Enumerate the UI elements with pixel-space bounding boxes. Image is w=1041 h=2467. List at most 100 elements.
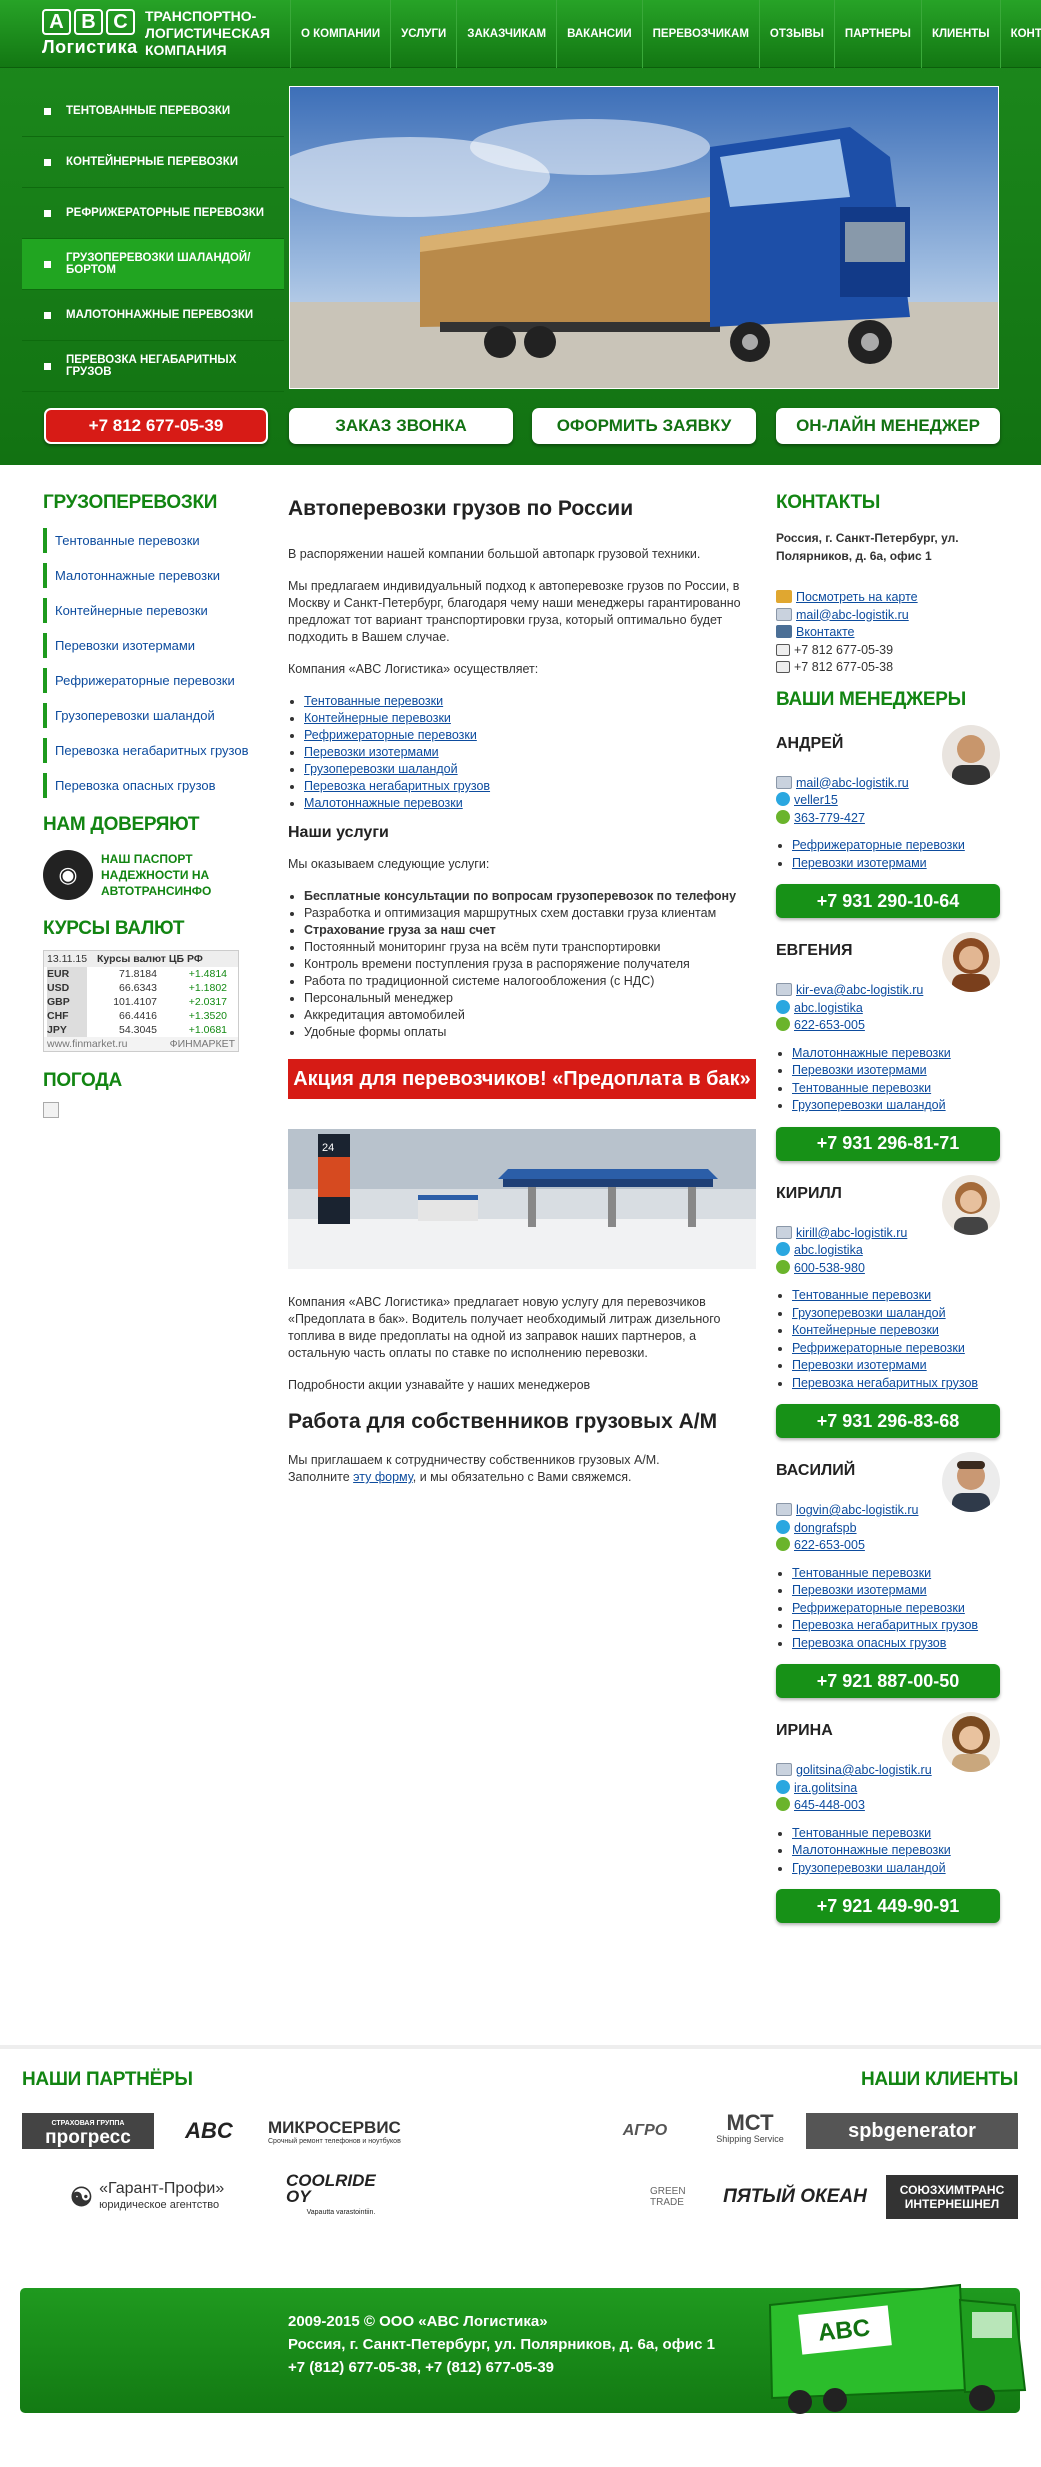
cargo-link-text[interactable]: Контейнерные перевозки xyxy=(55,603,208,618)
client-logo-green-trade[interactable]: GREEN TRADE xyxy=(650,2179,710,2215)
logo[interactable]: A B C Логистика xyxy=(42,9,138,59)
email-link[interactable]: mail@abc-logistik.ru xyxy=(796,608,909,622)
cargo-link-text[interactable]: Малотоннажные перевозки xyxy=(55,568,220,583)
partner-logo-progress[interactable]: СТРАХОВАЯ ГРУППА прогресс xyxy=(22,2113,154,2149)
manager-service-link[interactable]: Грузоперевозки шаландой xyxy=(792,1861,946,1875)
manager-service-link[interactable]: Тентованные перевозки xyxy=(792,1288,931,1302)
manager-service-link[interactable]: Тентованные перевозки xyxy=(792,1566,931,1580)
submit-request-button[interactable]: Оформить заявку xyxy=(532,408,756,444)
client-logo-soyuzhimtrans[interactable]: СОЮЗХИМТРАНС ИНТЕРНЕШНЕЛ xyxy=(886,2175,1018,2219)
manager-icq[interactable]: 363-779-427 xyxy=(794,811,865,825)
nav-contacts[interactable]: Контакты xyxy=(999,0,1041,68)
service-link[interactable]: Малотоннажные перевозки xyxy=(304,796,463,810)
service-link[interactable]: Перевозки изотермами xyxy=(304,745,439,759)
manager-phone-button[interactable]: +7 921 887-00-50 xyxy=(776,1664,1000,1698)
rates-source[interactable]: www.finmarket.ru xyxy=(47,1037,128,1051)
manager-service-link[interactable]: Перевозки изотермами xyxy=(792,856,927,870)
cargo-link[interactable]: Перевозка негабаритных грузов xyxy=(43,738,273,763)
side-menu-item[interactable]: Малотоннажные перевозки xyxy=(22,290,284,341)
manager-service-link[interactable]: Тентованные перевозки xyxy=(792,1826,931,1840)
manager-service-link[interactable]: Перевозка негабаритных грузов xyxy=(792,1376,978,1390)
manager-phone-button[interactable]: +7 931 296-83-68 xyxy=(776,1404,1000,1438)
manager-email[interactable]: mail@abc-logistik.ru xyxy=(796,776,909,790)
client-logo-spbgenerator[interactable]: spbgenerator xyxy=(806,2113,1018,2149)
manager-phone-button[interactable]: +7 931 290-10-64 xyxy=(776,884,1000,918)
manager-email[interactable]: kir-eva@abc-logistik.ru xyxy=(796,983,923,997)
nav-vacancies[interactable]: Вакансии xyxy=(556,0,642,68)
nav-services[interactable]: Услуги xyxy=(390,0,456,68)
cargo-link[interactable]: Рефрижераторные перевозки xyxy=(43,668,273,693)
nav-about[interactable]: О компании xyxy=(290,0,390,68)
online-manager-button[interactable]: Он-лайн менеджер xyxy=(776,408,1000,444)
service-link[interactable]: Перевозка негабаритных грузов xyxy=(304,779,490,793)
side-menu-item[interactable]: Рефрижераторные перевозки xyxy=(22,188,284,239)
partner-logo-abc[interactable]: ABC xyxy=(174,2113,244,2149)
manager-skype[interactable]: abc.logistika xyxy=(794,1001,863,1015)
manager-service-link[interactable]: Рефрижераторные перевозки xyxy=(792,1341,965,1355)
manager-icq[interactable]: 600-538-980 xyxy=(794,1261,865,1275)
manager-service-link[interactable]: Перевозка опасных грузов xyxy=(792,1636,946,1650)
cargo-link-text[interactable]: Перевозки изотермами xyxy=(55,638,195,653)
service-link[interactable]: Контейнерные перевозки xyxy=(304,711,451,725)
manager-phone-button[interactable]: +7 931 296-81-71 xyxy=(776,1126,1000,1161)
cargo-link-text[interactable]: Грузоперевозки шаландой xyxy=(55,708,215,723)
manager-service-link[interactable]: Грузоперевозки шаландой xyxy=(792,1306,946,1320)
trust-badge[interactable]: ◉ Наш паспорт надежности на автотрансинф… xyxy=(43,850,273,900)
nav-partners[interactable]: Партнеры xyxy=(833,0,921,68)
cargo-link[interactable]: Контейнерные перевозки xyxy=(43,598,273,623)
service-link[interactable]: Грузоперевозки шаландой xyxy=(304,762,458,776)
promo-banner[interactable]: Акция для перевозчиков! «Предоплата в ба… xyxy=(288,1059,756,1099)
manager-service-link[interactable]: Перевозки изотермами xyxy=(792,1583,927,1597)
manager-service-link[interactable]: Малотоннажные перевозки xyxy=(792,1843,951,1857)
side-menu-item[interactable]: Контейнерные перевозки xyxy=(22,137,284,188)
phone-button[interactable]: +7 812 677-05-39 xyxy=(44,408,268,444)
side-menu-item-active[interactable]: Грузоперевозки шаландой/бортом xyxy=(22,239,284,290)
cargo-link-text[interactable]: Перевозка негабаритных грузов xyxy=(55,743,248,758)
side-menu-item[interactable]: Тентованные перевозки xyxy=(22,86,284,137)
cargo-link-text[interactable]: Тентованные перевозки xyxy=(55,533,200,548)
form-link[interactable]: эту форму xyxy=(353,1470,413,1484)
manager-skype[interactable]: dongrafspb xyxy=(794,1521,857,1535)
nav-customers[interactable]: Заказчикам xyxy=(456,0,556,68)
manager-skype[interactable]: abc.logistika xyxy=(794,1243,863,1257)
nav-reviews[interactable]: Отзывы xyxy=(758,0,834,68)
manager-phone-button[interactable]: +7 921 449-90-91 xyxy=(776,1889,1000,1923)
manager-email[interactable]: kirill@abc-logistik.ru xyxy=(796,1226,907,1240)
side-menu-item[interactable]: Перевозка негабаритных грузов xyxy=(22,341,284,392)
partner-logo-coolride[interactable]: COOLRIDE OY Vapautta varastointiin. xyxy=(286,2172,396,2219)
client-logo-fifth-ocean[interactable]: ПЯТЫЙ ОКЕАН xyxy=(720,2179,870,2215)
cargo-link[interactable]: Грузоперевозки шаландой xyxy=(43,703,273,728)
client-logo-agro[interactable]: АГРО xyxy=(600,2113,690,2149)
cargo-link-text[interactable]: Рефрижераторные перевозки xyxy=(55,673,235,688)
client-logo-mct[interactable]: МСТ Shipping Service xyxy=(695,2109,805,2153)
map-link[interactable]: Посмотреть на карте xyxy=(796,590,918,604)
cargo-link[interactable]: Тентованные перевозки xyxy=(43,528,273,553)
order-call-button[interactable]: Заказ звонка xyxy=(289,408,513,444)
cargo-link[interactable]: Малотоннажные перевозки xyxy=(43,563,273,588)
manager-service-link[interactable]: Перевозки изотермами xyxy=(792,1063,927,1077)
manager-email[interactable]: golitsina@abc-logistik.ru xyxy=(796,1763,932,1777)
cargo-link[interactable]: Перевозки изотермами xyxy=(43,633,273,658)
partner-logo-microservice[interactable]: МИКРОСЕРВИС Срочный ремонт телефонов и н… xyxy=(268,2109,458,2153)
manager-service-link[interactable]: Малотоннажные перевозки xyxy=(792,1046,951,1060)
manager-service-link[interactable]: Перевозки изотермами xyxy=(792,1358,927,1372)
vk-link[interactable]: Вконтакте xyxy=(796,625,854,639)
manager-skype[interactable]: ira.golitsina xyxy=(794,1781,857,1795)
manager-service-link[interactable]: Тентованные перевозки xyxy=(792,1081,931,1095)
manager-email[interactable]: logvin@abc-logistik.ru xyxy=(796,1503,918,1517)
manager-service-link[interactable]: Грузоперевозки шаландой xyxy=(792,1098,946,1112)
service-link[interactable]: Рефрижераторные перевозки xyxy=(304,728,477,742)
nav-clients[interactable]: Клиенты xyxy=(920,0,1000,68)
manager-service-link[interactable]: Контейнерные перевозки xyxy=(792,1323,939,1337)
manager-service-link[interactable]: Рефрижераторные перевозки xyxy=(792,1601,965,1615)
cargo-link[interactable]: Перевозка опасных грузов xyxy=(43,773,273,798)
manager-skype[interactable]: veller15 xyxy=(794,793,838,807)
manager-icq[interactable]: 622-653-005 xyxy=(794,1538,865,1552)
manager-icq[interactable]: 645-448-003 xyxy=(794,1798,865,1812)
partner-logo-garant[interactable]: ☯ «Гарант-Профи» юридическое агентство xyxy=(22,2175,272,2219)
cargo-link-text[interactable]: Перевозка опасных грузов xyxy=(55,778,216,793)
manager-icq[interactable]: 622-653-005 xyxy=(794,1018,865,1032)
manager-service-link[interactable]: Перевозка негабаритных грузов xyxy=(792,1618,978,1632)
manager-service-link[interactable]: Рефрижераторные перевозки xyxy=(792,838,965,852)
nav-carriers[interactable]: Перевозчикам xyxy=(641,0,759,68)
